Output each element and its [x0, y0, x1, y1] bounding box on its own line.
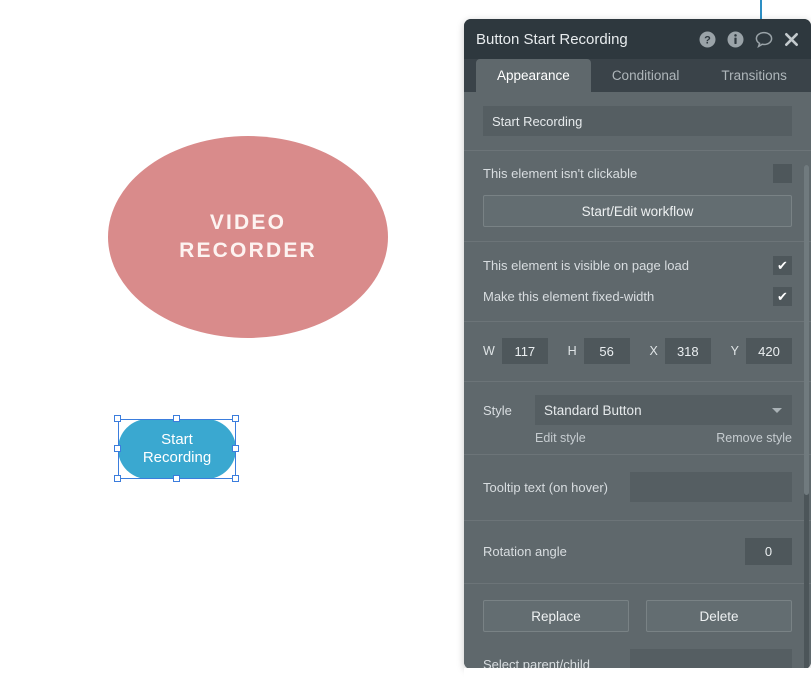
tab-appearance[interactable]: Appearance — [476, 59, 591, 92]
geometry-row: W 117 H 56 X 318 Y 420 — [464, 322, 811, 381]
tooltip-label: Tooltip text (on hover) — [483, 479, 609, 495]
chevron-down-icon — [772, 407, 782, 413]
selected-element-wrapper: Start Recording — [114, 415, 239, 482]
edit-style-link[interactable]: Edit style — [535, 431, 586, 445]
resize-handle-nw[interactable] — [114, 415, 121, 422]
style-row: Style Standard Button Edit style Remove … — [464, 382, 811, 454]
action-buttons-row: Replace Delete — [464, 584, 811, 649]
caption-input[interactable]: Start Recording — [483, 106, 792, 136]
close-icon[interactable] — [784, 32, 799, 47]
resize-handle-se[interactable] — [232, 475, 239, 482]
tab-conditional[interactable]: Conditional — [591, 59, 701, 92]
parent-child-row: Select parent/child — [464, 649, 811, 669]
fixed-width-checkbox[interactable]: ✔ — [773, 287, 792, 306]
tooltip-row: Tooltip text (on hover) — [464, 455, 811, 520]
start-edit-workflow-button[interactable]: Start/Edit workflow — [483, 195, 792, 227]
resize-handle-e[interactable] — [232, 445, 239, 452]
fixed-width-row: Make this element fixed-width ✔ — [464, 275, 811, 321]
rotation-row: Rotation angle 0 — [464, 521, 811, 583]
comment-icon[interactable] — [755, 31, 773, 48]
resize-handle-n[interactable] — [173, 415, 180, 422]
video-recorder-ellipse[interactable]: VIDEO RECORDER — [108, 136, 388, 338]
resize-handle-s[interactable] — [173, 475, 180, 482]
alignment-guide-line — [760, 0, 762, 19]
height-input[interactable]: 56 — [583, 338, 630, 364]
panel-body: Start Recording This element isn't click… — [464, 92, 811, 669]
start-recording-button[interactable]: Start Recording — [118, 419, 236, 479]
tab-transitions[interactable]: Transitions — [700, 59, 808, 92]
y-input[interactable]: 420 — [745, 338, 792, 364]
panel-title: Button Start Recording — [476, 30, 628, 48]
clickable-row-label: This element isn't clickable — [483, 166, 638, 181]
app-root: VIDEO RECORDER Start Recording Button St… — [0, 0, 811, 679]
remove-style-link[interactable]: Remove style — [716, 431, 792, 445]
svg-text:?: ? — [704, 34, 711, 46]
property-editor-panel: Button Start Recording ? Appearance Cond… — [464, 19, 811, 669]
help-icon[interactable]: ? — [699, 31, 716, 48]
resize-handle-w[interactable] — [114, 445, 121, 452]
video-recorder-ellipse-label: VIDEO RECORDER — [179, 211, 317, 262]
panel-scrollbar-thumb[interactable] — [804, 165, 809, 495]
x-input[interactable]: 318 — [664, 338, 711, 364]
style-label: Style — [483, 402, 512, 418]
clickable-row: This element isn't clickable — [464, 151, 811, 183]
workflow-row: Start/Edit workflow — [464, 183, 811, 241]
resize-handle-ne[interactable] — [232, 415, 239, 422]
delete-button[interactable]: Delete — [646, 600, 792, 632]
info-icon[interactable] — [727, 31, 744, 48]
visible-checkbox[interactable]: ✔ — [773, 256, 792, 275]
fixed-width-row-label: Make this element fixed-width — [483, 289, 655, 304]
start-recording-button-label: Start Recording — [142, 430, 212, 466]
height-label: H — [567, 344, 577, 358]
visible-row: This element is visible on page load ✔ — [464, 242, 811, 275]
clickable-checkbox[interactable] — [773, 164, 792, 183]
panel-tabbar: Appearance Conditional Transitions — [464, 59, 811, 92]
width-input[interactable]: 117 — [501, 338, 548, 364]
parent-child-select[interactable] — [630, 649, 792, 669]
y-label: Y — [730, 344, 739, 358]
replace-button[interactable]: Replace — [483, 600, 629, 632]
style-select[interactable]: Standard Button — [535, 395, 792, 425]
width-label: W — [483, 344, 495, 358]
visible-row-label: This element is visible on page load — [483, 258, 689, 273]
panel-header-icons: ? — [699, 31, 799, 48]
caption-row: Start Recording — [464, 92, 811, 150]
rotation-label: Rotation angle — [483, 544, 567, 559]
panel-header: Button Start Recording ? — [464, 19, 811, 59]
x-label: X — [649, 344, 658, 358]
panel-bottom-mask — [464, 668, 811, 679]
rotation-input[interactable]: 0 — [745, 538, 792, 565]
tooltip-input[interactable] — [630, 472, 792, 502]
resize-handle-sw[interactable] — [114, 475, 121, 482]
style-select-value: Standard Button — [544, 402, 642, 418]
panel-scrollbar[interactable] — [804, 165, 809, 669]
